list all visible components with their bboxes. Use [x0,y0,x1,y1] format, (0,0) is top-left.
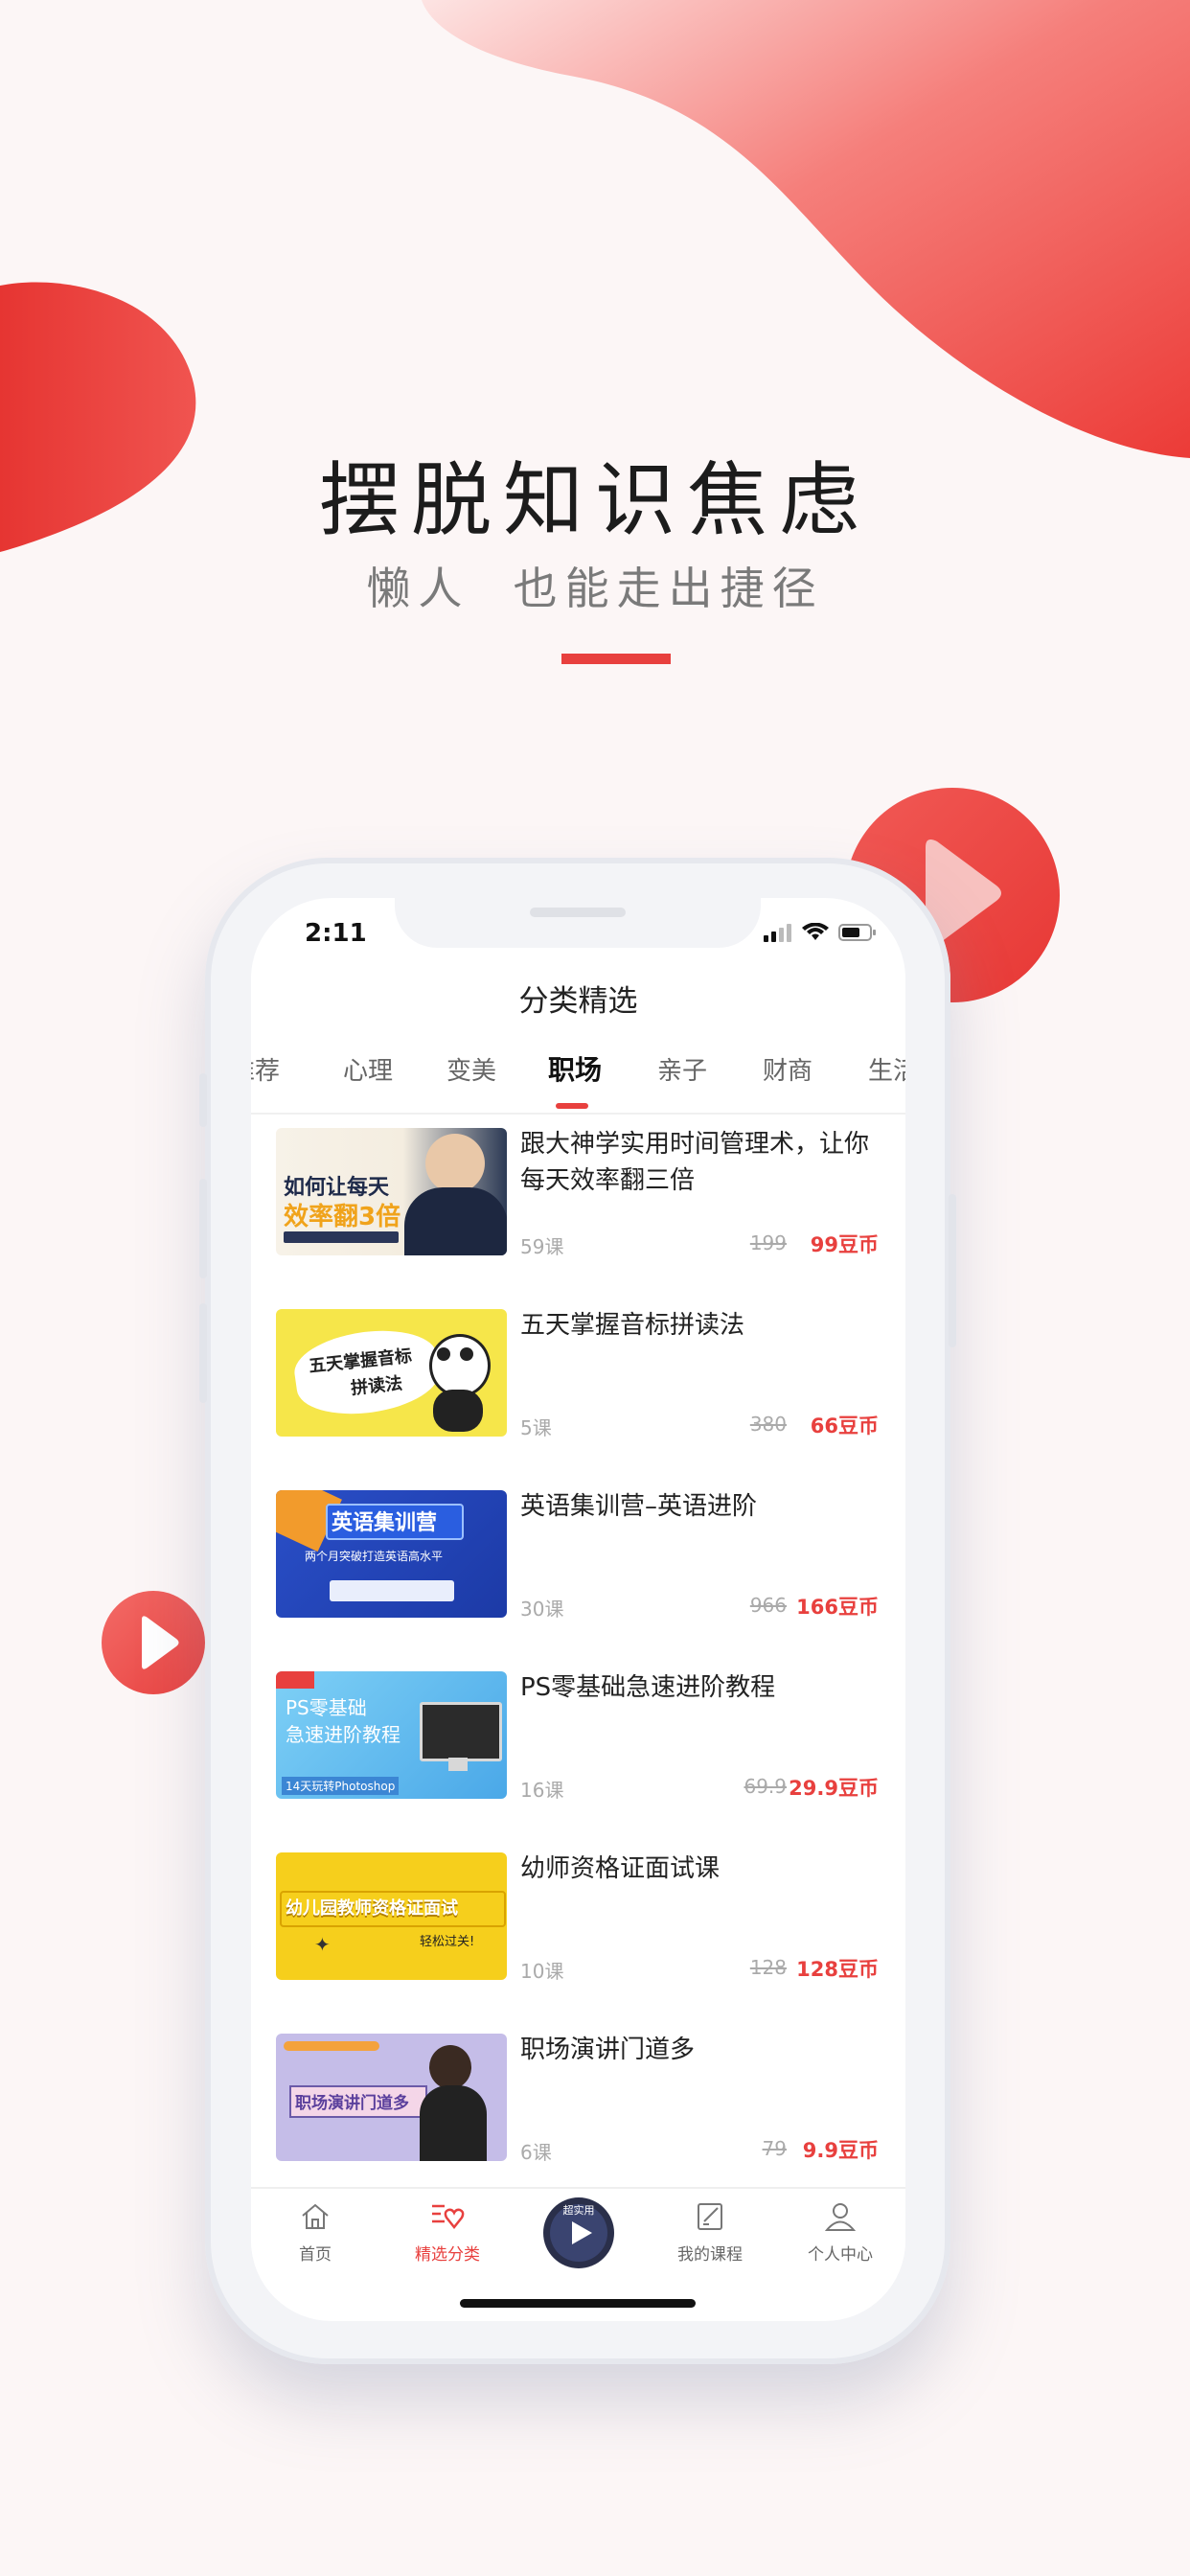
thumb-text: 英语集训营 [332,1511,438,1535]
tab-workplace[interactable]: 职场 [548,1049,602,1088]
course-title: 五天掌握音标拼读法 [520,1311,745,1340]
speaker [530,908,626,917]
play-bubble-icon [102,1591,205,1694]
sale-price: 166豆币 [796,1596,879,1619]
thumb-text: 幼儿园教师资格证面试 [286,1898,458,1919]
status-icons [764,923,877,942]
sale-price: 99豆币 [810,1233,879,1256]
course-thumbnail: 英语集训营 两个月突破打造英语高水平 [276,1490,507,1618]
phone-side-button [199,1179,207,1278]
thumb-text: 14天玩转Photoshop [282,1777,400,1795]
sale-price: 29.9豆币 [789,1777,879,1800]
nav-label: 我的课程 [677,2245,743,2265]
course-item[interactable]: PS零基础 急速进阶教程 14天玩转Photoshop PS零基础急速进阶教程 … [251,1671,905,1852]
thumb-text: 效率翻3倍 [284,1203,401,1231]
course-title: 幼师资格证面试课 [520,1854,721,1883]
nav-label: 精选分类 [415,2245,480,2265]
sale-price: 66豆币 [810,1414,879,1438]
notch [395,898,761,948]
nav-label: 首页 [299,2245,332,2265]
nav-home[interactable]: 首页 [263,2200,368,2265]
original-price: 128 [749,1956,787,1979]
phone-side-button [949,1194,956,1347]
lesson-count: 30课 [520,1598,564,1621]
course-thumbnail: 五天掌握音标 拼读法 [276,1309,507,1437]
phone-side-button [199,1073,207,1127]
lesson-count: 10课 [520,1960,564,1983]
original-price: 79 [762,2137,787,2160]
original-price: 199 [749,1231,787,1254]
lesson-count: 16课 [520,1779,564,1802]
course-item[interactable]: 幼儿园教师资格证面试 轻松过关! ✦ 幼师资格证面试课 10课 128 128豆… [251,1852,905,2034]
profile-icon [824,2203,857,2231]
sale-price: 9.9豆币 [802,2139,879,2162]
course-thumbnail: 职场演讲门道多 [276,2034,507,2161]
wifi-icon [802,923,829,940]
player-disc-text: 超实用 [562,2204,595,2217]
thumb-text: PS零基础 [286,1696,367,1719]
nav-profile[interactable]: 个人中心 [788,2200,893,2265]
course-thumbnail: 如何让每天 效率翻3倍 [276,1128,507,1255]
course-title: 职场演讲门道多 [520,2036,696,2064]
tabs-divider [251,1113,905,1115]
original-price: 69.9 [744,1775,787,1798]
thumb-text: 急速进阶教程 [286,1723,400,1746]
nav-label: 个人中心 [808,2245,873,2265]
thumb-text: 两个月突破打造英语高水平 [305,1550,444,1563]
tab-psychology[interactable]: 心理 [343,1051,393,1087]
category-tabs: 推荐 心理 变美 职场 亲子 财商 生活 [251,1051,905,1103]
sale-price: 128豆币 [796,1958,879,1981]
top-right-blob [422,0,1190,458]
original-price: 380 [749,1413,787,1436]
course-item[interactable]: 五天掌握音标 拼读法 五天掌握音标拼读法 5课 380 66豆币 [251,1309,905,1490]
course-thumbnail: 幼儿园教师资格证面试 轻松过关! ✦ [276,1852,507,1980]
course-title: 跟大神学实用时间管理术，让你每天效率翻三倍 [520,1130,870,1195]
category-icon [432,2204,465,2230]
phone-screen: 2:11 分类精选 推荐 心理 变美 职场 亲子 财商 生活 [251,898,905,2321]
course-item[interactable]: 如何让每天 效率翻3倍 跟大神学实用时间管理术，让你每天效率翻三倍 59课 19… [251,1128,905,1309]
course-thumbnail: PS零基础 急速进阶教程 14天玩转Photoshop [276,1671,507,1799]
course-title: 英语集训营–英语进阶 [520,1492,758,1521]
course-title: PS零基础急速进阶教程 [520,1673,776,1702]
signal-icon [764,924,791,942]
bottom-nav: 首页 精选分类 超实用 我的课程 个人中心 [251,2187,905,2294]
nav-categories[interactable]: 精选分类 [395,2200,500,2265]
status-time: 2:11 [305,919,367,948]
course-item[interactable]: 英语集训营 两个月突破打造英语高水平 英语集训营–英语进阶 30课 966 16… [251,1490,905,1671]
promo-title: 摆脱知识焦虑 [318,453,871,547]
promo-divider [561,654,671,664]
page-title: 分类精选 [518,984,638,1019]
tab-parenting[interactable]: 亲子 [657,1051,707,1087]
lesson-count: 6课 [520,2141,552,2164]
phone-side-button [199,1303,207,1403]
promo-subtitle: 懒人 也能走出捷径 [366,563,824,614]
nav-player[interactable]: 超实用 [526,2196,631,2273]
my-courses-icon [698,2203,722,2230]
home-indicator[interactable] [460,2299,696,2308]
tab-life[interactable]: 生活 [868,1051,905,1087]
tab-finance[interactable]: 财商 [763,1051,812,1087]
thumb-text: 职场演讲门道多 [295,2094,409,2113]
active-tab-indicator [556,1103,588,1109]
home-icon [302,2203,329,2229]
tab-recommend[interactable]: 推荐 [251,1051,280,1087]
battery-icon [838,924,876,941]
lesson-count: 5课 [520,1416,552,1439]
thumb-text: 轻松过关! [420,1935,475,1949]
original-price: 966 [749,1594,787,1617]
tab-beauty[interactable]: 变美 [446,1051,496,1087]
lesson-count: 59课 [520,1235,564,1258]
nav-my-courses[interactable]: 我的课程 [657,2200,763,2265]
